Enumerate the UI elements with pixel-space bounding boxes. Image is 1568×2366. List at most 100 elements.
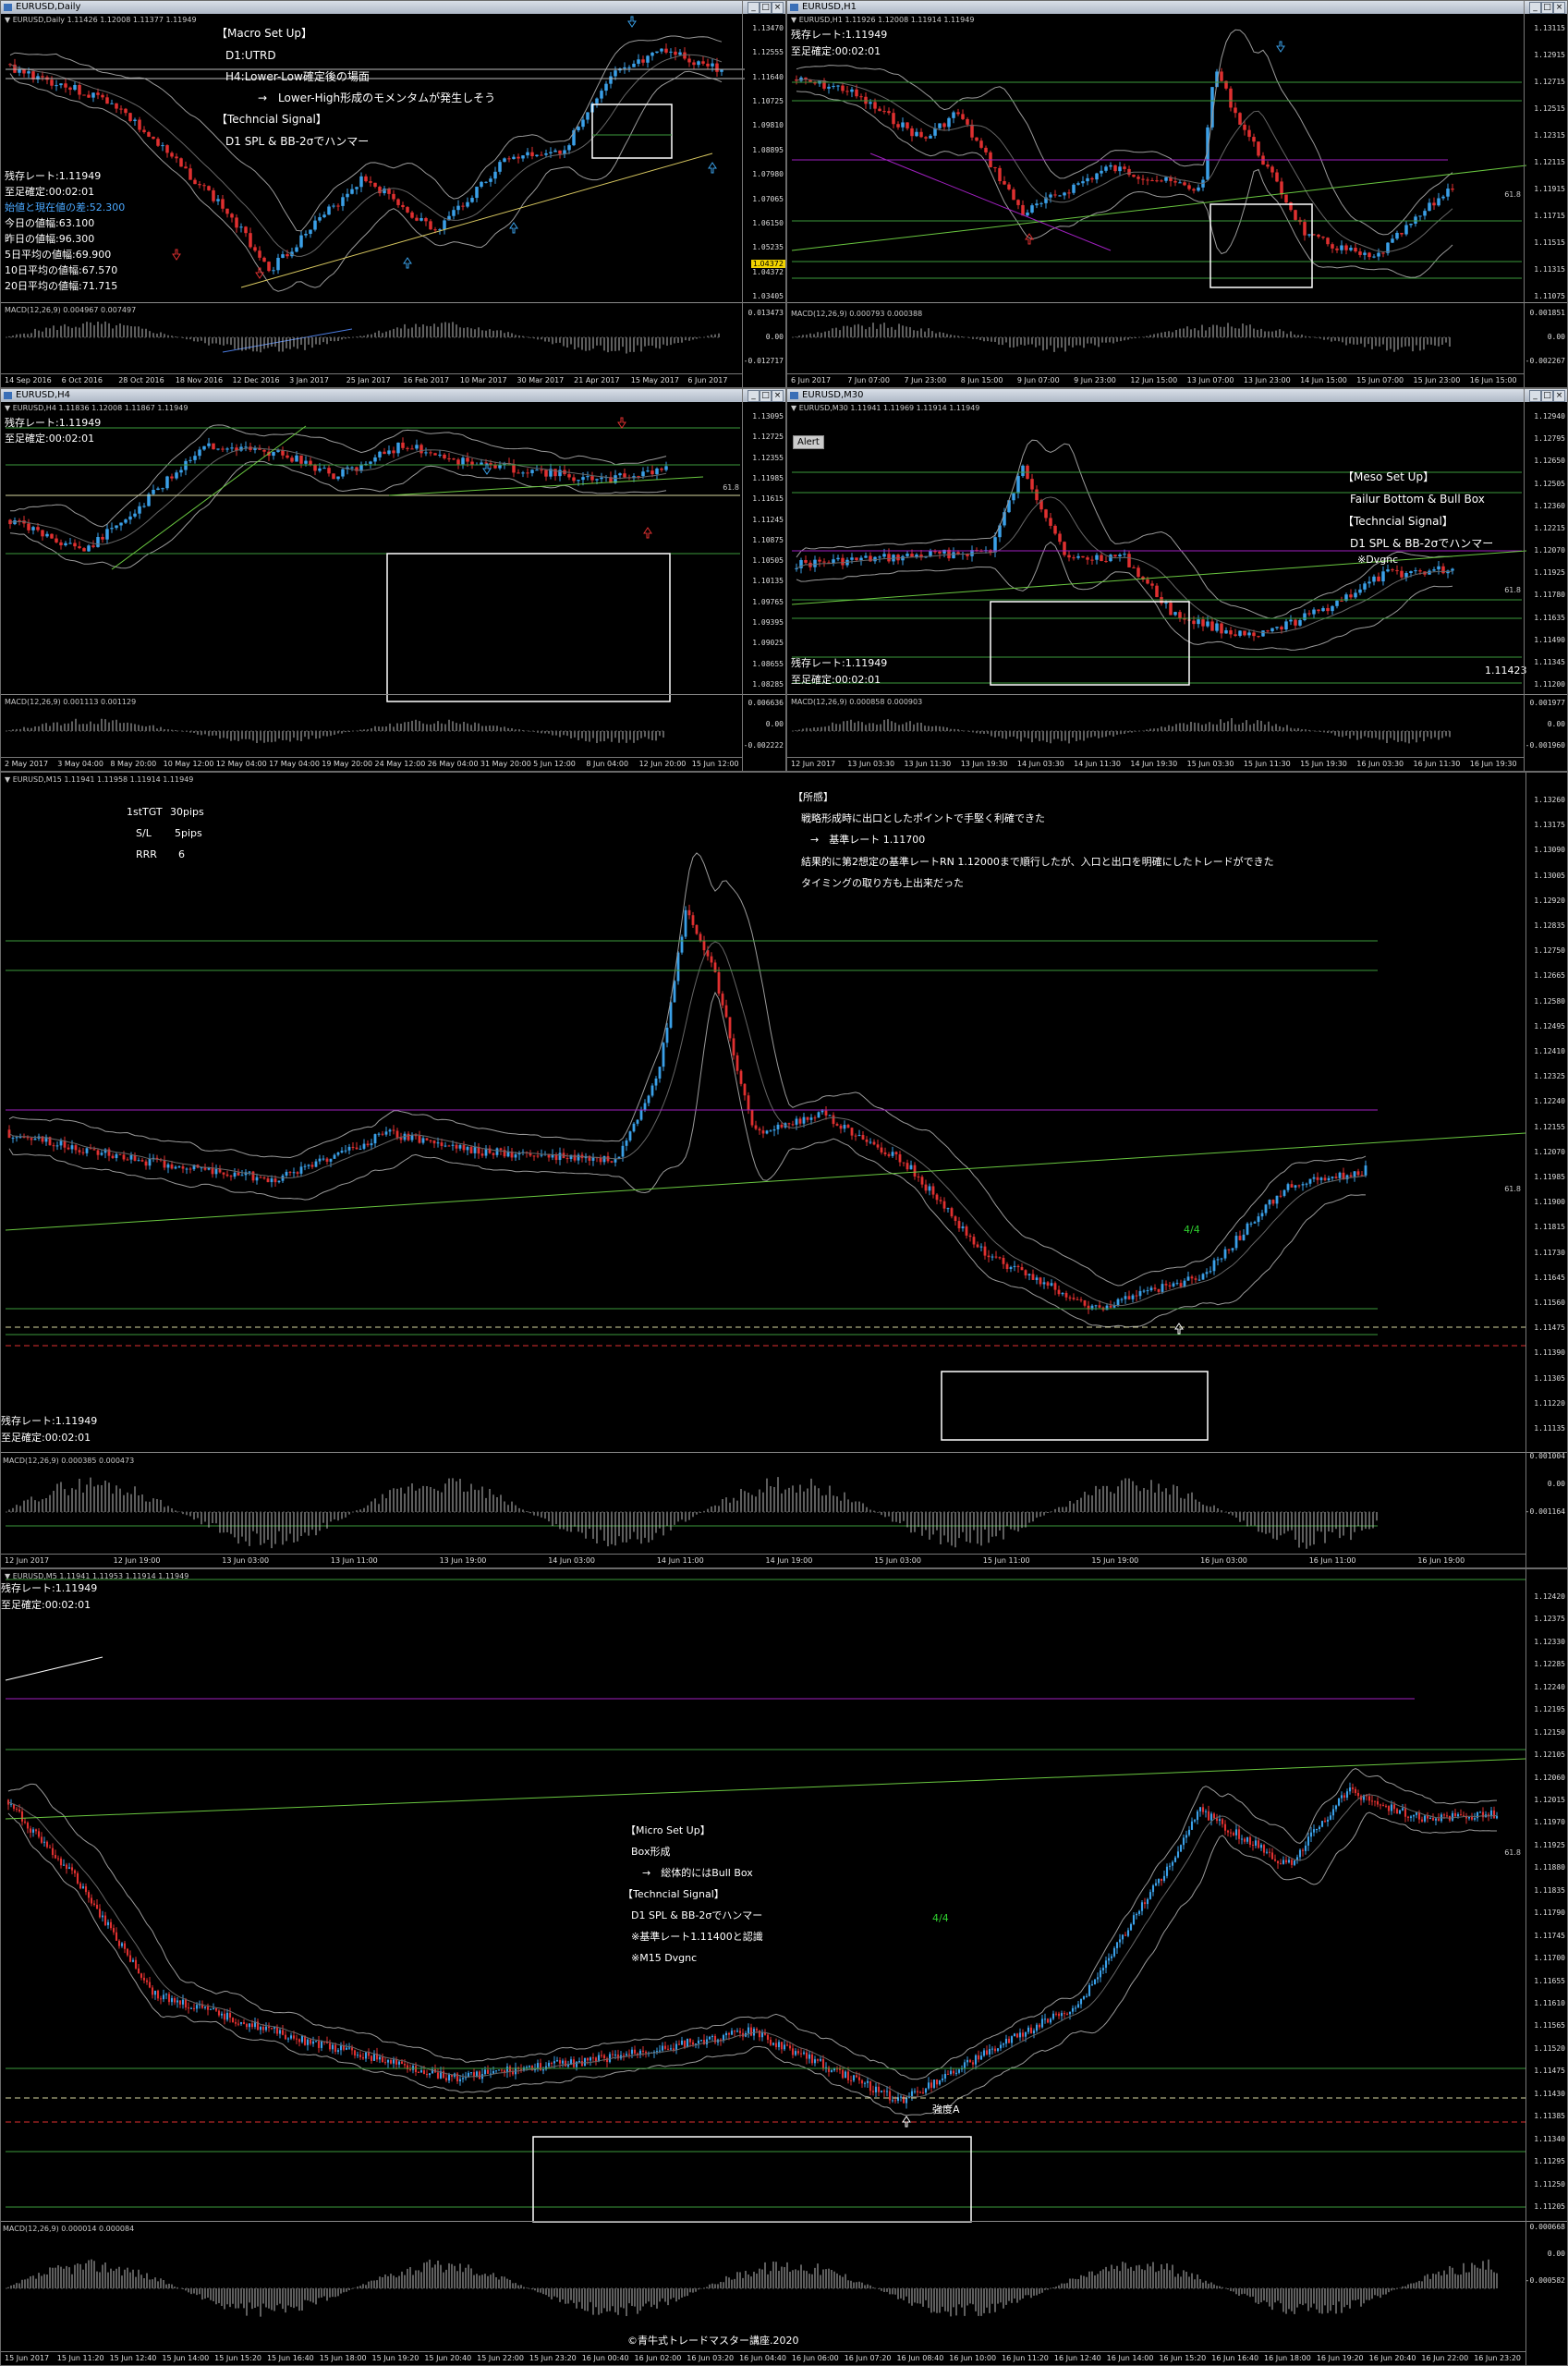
candle-body [892,113,895,125]
candle-body [217,2010,221,2016]
highlight-box [941,1371,1209,1441]
price-axis[interactable]: 1.12420 1.12375 1.12330 1.12285 1.12240 1.121… [1525,1569,1567,2365]
candle-body [699,2040,703,2042]
price-chart-h4[interactable] [1,389,786,772]
price-chart-m5[interactable] [1,1569,1568,2366]
candle-body [461,205,465,207]
candle-body [207,443,211,446]
candle-body [73,84,77,91]
time-axis-label: 16 Jun 19:00 [1417,1556,1465,1565]
candle-body [70,1145,74,1150]
price-chart-m15[interactable] [1,773,1568,1568]
candle-body [766,2034,770,2040]
candle-body [313,464,317,471]
candle-body [68,543,72,544]
candle-body [965,1226,968,1236]
chart-window-m5[interactable]: ▼ EURUSD,M5 1.11941 1.11953 1.11914 1.11… [0,1568,1568,2366]
candle-body [133,1155,137,1161]
candle-body [869,1141,872,1143]
candle-body [311,2041,315,2044]
candle-body [891,1152,894,1156]
chart-window-m15[interactable]: ▼ EURUSD,M15 1.11941 1.11958 1.11914 1.1… [0,772,1568,1568]
candle-body [261,2027,265,2031]
candle-body [1101,1968,1105,1970]
candle-body [961,1226,965,1229]
info-10day-range: 10日平均の値幅:67.570 [5,264,118,276]
candle-body [602,2055,606,2059]
candle-body [855,2075,858,2078]
candle-body [1137,1910,1141,1914]
price-axis[interactable]: 1.13095 1.12725 1.12355 1.11985 1.11615 1.112… [742,389,785,771]
candle-body [105,97,109,104]
candle-body [1309,1832,1313,1837]
candle-body [1049,194,1052,198]
price-axis[interactable]: 1.12940 1.12795 1.12650 1.12505 1.12360 1.122… [1524,389,1567,771]
chart-window-daily[interactable]: EURUSD,Daily _ □ × ▼ EURUSD,Daily 1.1142… [0,0,786,388]
candle-body [1331,244,1334,249]
candle-body [632,63,636,67]
time-axis[interactable]: 12 Jun 2017 13 Jun 03:30 13 Jun 11:30 13 Ju… [787,757,1525,771]
candle-body [406,447,409,449]
price-chart-daily[interactable] [1,1,786,388]
candle-body [933,551,937,553]
candle-body [1264,1204,1268,1213]
candle-body [1221,1819,1224,1824]
time-axis[interactable]: 12 Jun 2017 12 Jun 19:00 13 Jun 03:00 13 Ju… [1,1554,1526,1567]
candle-body [1149,1892,1152,1899]
candle-body [1229,88,1233,108]
candle-body [968,1235,972,1238]
candle-body [56,1858,60,1860]
candle-body [567,474,571,478]
candle-body [177,1166,181,1168]
candle-body [550,2062,553,2064]
candle-body [334,2044,337,2052]
candle-body [573,1154,577,1161]
candle-body [855,557,858,561]
candle-body [1035,489,1039,501]
price-chart-m30[interactable] [787,389,1568,772]
candle-body [1312,234,1316,236]
time-axis[interactable]: 6 Jun 2017 7 Jun 07:00 7 Jun 23:00 8 Jun 15… [787,373,1525,387]
candle-body [317,2041,321,2048]
chart-window-h1[interactable]: EURUSD,H1 _ □ × ▼ EURUSD,H1 1.11926 1.12… [786,0,1568,388]
candle-body [998,1257,1002,1259]
candle-body [262,449,266,452]
alert-button[interactable]: Alert [793,435,824,449]
candle-body [1063,2013,1066,2015]
candle-body [595,98,599,104]
price-chart-h1[interactable] [787,1,1568,388]
candle-body [572,477,576,482]
down-arrow-icon [627,16,637,28]
time-axis-label: 14 Jun 03:00 [548,1556,596,1565]
candle-body [932,2079,936,2088]
candle-body [555,2060,559,2062]
candle-body [270,2028,273,2030]
candle-body [1353,1171,1356,1177]
impression-line-4: タイミングの取り方も上出来だった [801,877,964,889]
time-axis-label: 12 Jun 20:00 [638,760,687,768]
price-axis[interactable]: 1.13260 1.13175 1.13090 1.13005 1.12920 1.128… [1525,773,1567,1567]
candle-body [901,122,905,128]
price-axis[interactable]: 1.04372 1.13470 1.12555 1.11640 1.10725 1.098… [742,1,785,387]
candle-body [743,1083,747,1096]
candle-body [109,1921,113,1929]
time-axis[interactable]: 14 Sep 2016 6 Oct 2016 28 Oct 2016 18 Nov 2… [1,373,743,387]
candle-body [1323,1177,1327,1180]
price-axis[interactable]: 1.13115 1.12915 1.12715 1.12515 1.12315 1.121… [1524,1,1567,387]
candle-body [547,2062,551,2067]
candle-body [910,128,914,137]
candle-body [364,2052,368,2059]
candle-body [920,1177,924,1185]
chart-window-m30[interactable]: EURUSD,M30 _ □ × ▼ EURUSD,M30 1.11941 1.… [786,388,1568,772]
candle-body [898,1154,902,1163]
candle-body [193,179,197,185]
chart-window-h4[interactable]: EURUSD,H4 _ □ × ▼ EURUSD,H4 1.11836 1.12… [0,388,786,772]
time-axis[interactable]: 2 May 2017 3 May 04:00 8 May 20:00 10 May 1… [1,757,743,771]
candle-body [705,2039,709,2045]
candle-body [569,1154,573,1159]
candle-body [544,470,548,477]
candle-body [417,2072,420,2074]
candle-body [919,131,923,138]
candle-body [1005,1263,1009,1270]
annotation-bull-box: → 総体的にはBull Box [642,1867,753,1879]
